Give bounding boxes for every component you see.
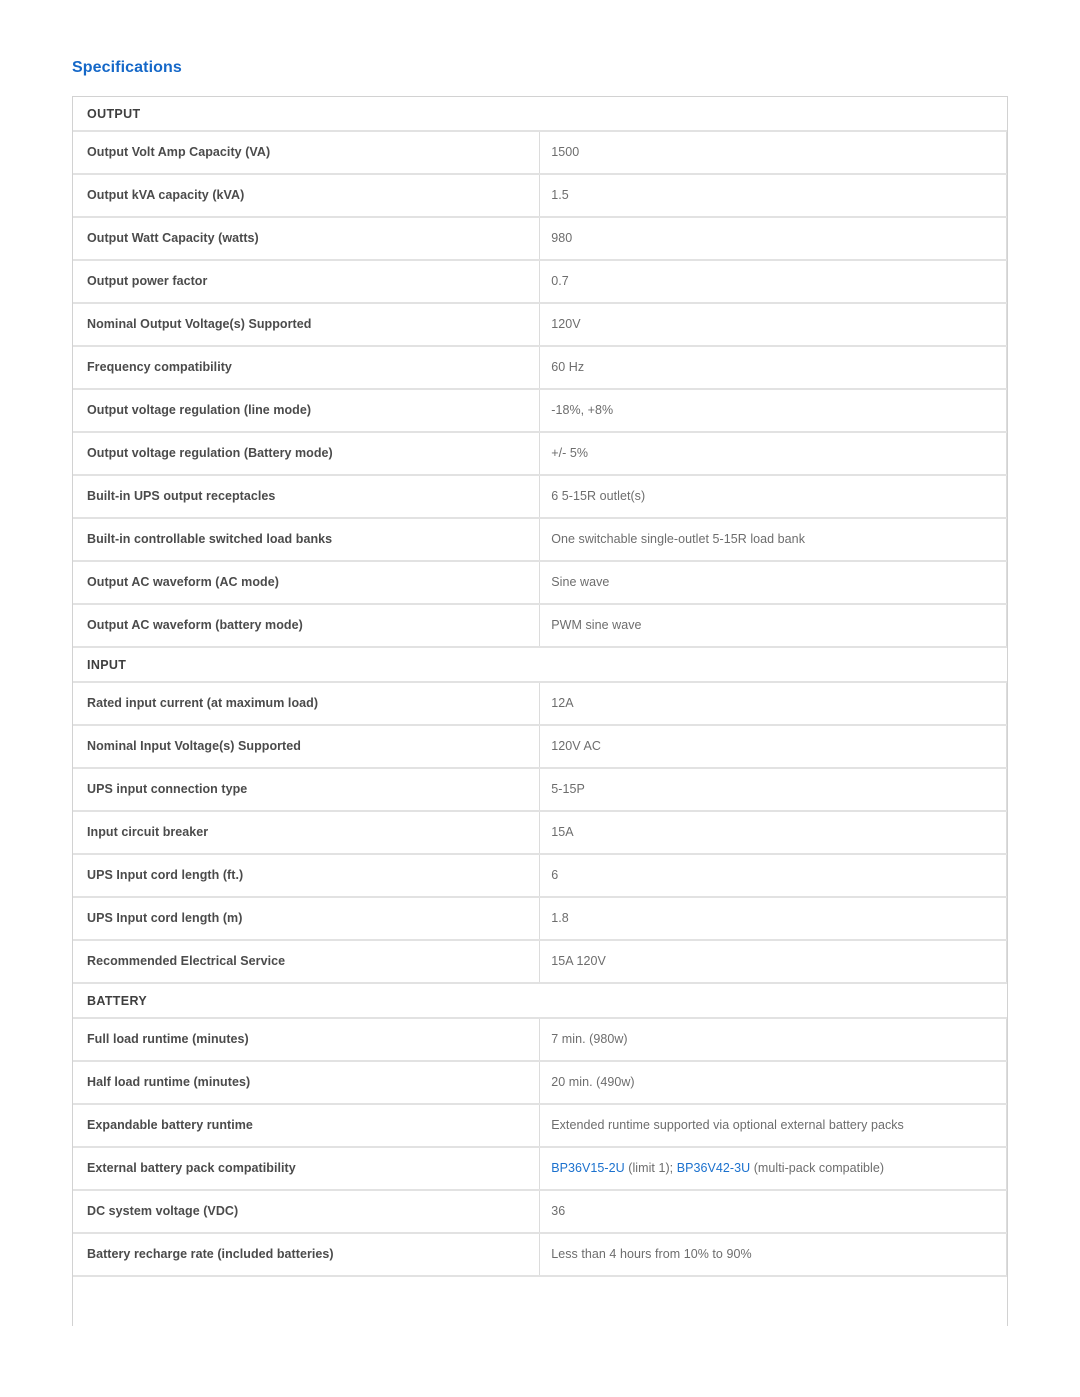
table-row: Built-in controllable switched load bank… [73, 518, 1007, 562]
spec-label: Output AC waveform (battery mode) [73, 604, 541, 648]
spec-label: Output AC waveform (AC mode) [73, 561, 541, 605]
table-row: Output Watt Capacity (watts) 980 [73, 217, 1007, 261]
spec-label: Nominal Output Voltage(s) Supported [73, 303, 541, 347]
table-row: Output voltage regulation (Battery mode)… [73, 432, 1007, 476]
spec-label: Frequency compatibility [73, 346, 541, 390]
spec-value: 20 min. (490w) [539, 1061, 1007, 1105]
spec-label: External battery pack compatibility [73, 1147, 541, 1191]
battery-pack-note-1: (limit 1); [624, 1161, 677, 1175]
battery-pack-link-1[interactable]: BP36V15-2U [551, 1161, 624, 1175]
section-header-row: OUTPUT [73, 97, 1007, 132]
table-row: Recommended Electrical Service 15A 120V [73, 940, 1007, 984]
spec-label: Output Volt Amp Capacity (VA) [73, 131, 541, 175]
table-row: External battery pack compatibility BP36V… [73, 1147, 1007, 1191]
table-row: UPS Input cord length (m) 1.8 [73, 897, 1007, 941]
spec-value: One switchable single-outlet 5-15R load … [539, 518, 1007, 562]
table-row: Output kVA capacity (kVA) 1.5 [73, 174, 1007, 218]
spec-label: Output kVA capacity (kVA) [73, 174, 541, 218]
spec-value: 36 [539, 1190, 1007, 1234]
table-row: Output power factor 0.7 [73, 260, 1007, 304]
table-row: Output voltage regulation (line mode) -18… [73, 389, 1007, 433]
spec-label: Rated input current (at maximum load) [73, 682, 541, 726]
table-row: Input circuit breaker 15A [73, 811, 1007, 855]
spec-label: Battery recharge rate (included batterie… [73, 1233, 541, 1277]
table-row: UPS Input cord length (ft.) 6 [73, 854, 1007, 898]
spec-value: 60 Hz [539, 346, 1007, 390]
section-title: INPUT [73, 647, 1007, 683]
table-row: Full load runtime (minutes) 7 min. (980w) [73, 1018, 1007, 1062]
table-row: Expandable battery runtime Extended runti… [73, 1104, 1007, 1148]
table-row: Frequency compatibility 60 Hz [73, 346, 1007, 390]
spec-value: Less than 4 hours from 10% to 90% [539, 1233, 1007, 1277]
spec-value: 1.5 [539, 174, 1007, 218]
spec-value: 6 [539, 854, 1007, 898]
specifications-table-container: OUTPUT Output Volt Amp Capacity (VA) 1500 O… [72, 96, 1008, 1326]
table-row: Output AC waveform (AC mode) Sine wave [73, 561, 1007, 605]
spec-value: PWM sine wave [539, 604, 1007, 648]
spec-value: BP36V15-2U (limit 1); BP36V42-3U (multi-… [539, 1147, 1007, 1191]
spec-label: Half load runtime (minutes) [73, 1061, 541, 1105]
specifications-table: OUTPUT Output Volt Amp Capacity (VA) 1500 O… [73, 97, 1007, 1277]
spec-value: Extended runtime supported via optional … [539, 1104, 1007, 1148]
spec-label: Input circuit breaker [73, 811, 541, 855]
spec-value: 5-15P [539, 768, 1007, 812]
spec-value: 1.8 [539, 897, 1007, 941]
spec-value: 980 [539, 217, 1007, 261]
spec-label: UPS Input cord length (ft.) [73, 854, 541, 898]
spec-label: Output Watt Capacity (watts) [73, 217, 541, 261]
spec-label: Nominal Input Voltage(s) Supported [73, 725, 541, 769]
spec-value: 0.7 [539, 260, 1007, 304]
table-row: Built-in UPS output receptacles 6 5-15R o… [73, 475, 1007, 519]
spec-label: Output voltage regulation (line mode) [73, 389, 541, 433]
section-header-row: INPUT [73, 647, 1007, 683]
spec-value: 12A [539, 682, 1007, 726]
table-row: Output Volt Amp Capacity (VA) 1500 [73, 131, 1007, 175]
battery-pack-note-2: (multi-pack compatible) [750, 1161, 885, 1175]
specifications-page: Specifications OUTPUT Output Volt Amp Cap… [0, 0, 1080, 1397]
table-row: DC system voltage (VDC) 36 [73, 1190, 1007, 1234]
page-title: Specifications [72, 59, 182, 76]
section-title: OUTPUT [73, 97, 1007, 132]
spec-value: 15A 120V [539, 940, 1007, 984]
spec-value: -18%, +8% [539, 389, 1007, 433]
spec-label: UPS input connection type [73, 768, 541, 812]
spec-label: Recommended Electrical Service [73, 940, 541, 984]
spec-label: Full load runtime (minutes) [73, 1018, 541, 1062]
spec-label: Built-in UPS output receptacles [73, 475, 541, 519]
spec-value: 7 min. (980w) [539, 1018, 1007, 1062]
spec-value: 120V AC [539, 725, 1007, 769]
table-row: Nominal Output Voltage(s) Supported 120V [73, 303, 1007, 347]
battery-pack-link-2[interactable]: BP36V42-3U [677, 1161, 750, 1175]
table-row: UPS input connection type 5-15P [73, 768, 1007, 812]
section-title: BATTERY [73, 983, 1007, 1019]
spec-value: 1500 [539, 131, 1007, 175]
spec-label: Output power factor [73, 260, 541, 304]
spec-value: 6 5-15R outlet(s) [539, 475, 1007, 519]
table-row: Half load runtime (minutes) 20 min. (490w… [73, 1061, 1007, 1105]
spec-value: 15A [539, 811, 1007, 855]
section-header-row: BATTERY [73, 983, 1007, 1019]
table-row: Output AC waveform (battery mode) PWM sin… [73, 604, 1007, 648]
spec-value: Sine wave [539, 561, 1007, 605]
table-row: Nominal Input Voltage(s) Supported 120V A… [73, 725, 1007, 769]
spec-value: 120V [539, 303, 1007, 347]
spec-label: UPS Input cord length (m) [73, 897, 541, 941]
table-row: Battery recharge rate (included batterie… [73, 1233, 1007, 1277]
spec-label: Built-in controllable switched load bank… [73, 518, 541, 562]
spec-label: DC system voltage (VDC) [73, 1190, 541, 1234]
spec-value: +/- 5% [539, 432, 1007, 476]
spec-label: Expandable battery runtime [73, 1104, 541, 1148]
table-row: Rated input current (at maximum load) 12A [73, 682, 1007, 726]
spec-label: Output voltage regulation (Battery mode) [73, 432, 541, 476]
